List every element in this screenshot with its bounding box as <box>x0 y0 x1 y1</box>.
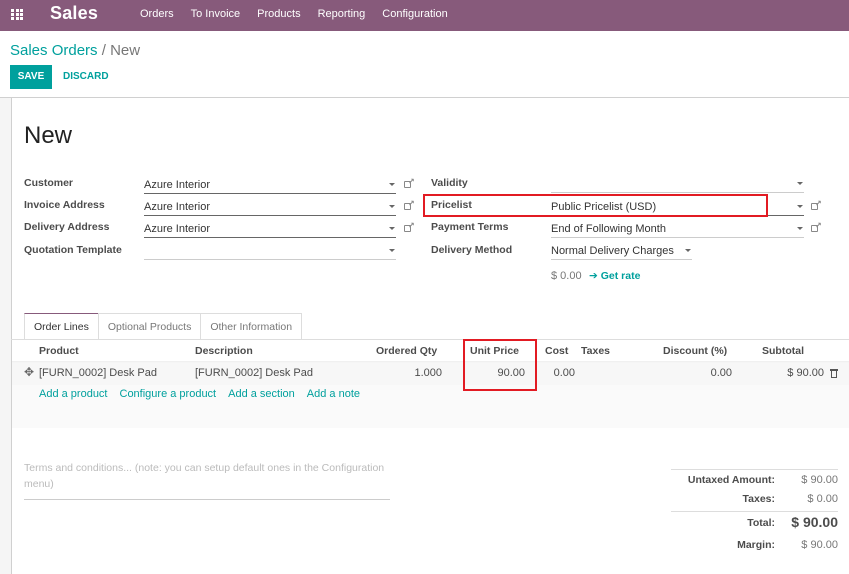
menu-item-configuration[interactable]: Configuration <box>382 8 447 20</box>
dropdown-caret-icon[interactable] <box>685 249 691 252</box>
external-link-icon[interactable]: ↗ <box>404 199 415 210</box>
total-value: $ 90.00 <box>791 514 838 530</box>
customer-field[interactable]: Azure Interior <box>144 176 396 194</box>
delivery-address-value: Azure Interior <box>144 223 211 235</box>
column-header-ordered-qty[interactable]: Ordered Qty <box>376 345 437 357</box>
dropdown-caret-icon[interactable] <box>389 183 395 186</box>
untaxed-amount-value: $ 90.00 <box>801 474 838 486</box>
cell-ordered-qty[interactable]: 1.000 <box>372 367 442 379</box>
add-note-link[interactable]: Add a note <box>307 388 360 400</box>
record-title: New <box>24 122 73 149</box>
notebook-tabs: Order Lines Optional Products Other Info… <box>24 313 303 340</box>
total-label: Total: <box>747 517 775 529</box>
menu-item-to-invoice[interactable]: To Invoice <box>191 8 241 20</box>
taxes-label: Taxes: <box>742 493 776 505</box>
payment-terms-field[interactable]: End of Following Month <box>551 220 804 238</box>
margin-label: Margin: <box>737 539 775 551</box>
external-link-icon[interactable]: ↗ <box>811 199 822 210</box>
dropdown-caret-icon[interactable] <box>797 205 803 208</box>
pricelist-highlight-box <box>423 194 768 217</box>
validity-field[interactable] <box>551 175 804 193</box>
menu-item-reporting[interactable]: Reporting <box>318 8 366 20</box>
external-link-icon[interactable]: ↗ <box>404 177 415 188</box>
totals-middle-divider <box>671 511 838 512</box>
column-header-subtotal[interactable]: Subtotal <box>762 345 804 357</box>
external-link-icon[interactable]: ↗ <box>404 221 415 232</box>
delivery-amount: $ 0.00 <box>551 270 582 282</box>
app-name[interactable]: Sales <box>50 3 98 24</box>
configure-product-link[interactable]: Configure a product <box>120 388 217 400</box>
untaxed-amount-label: Untaxed Amount: <box>687 474 775 486</box>
cell-description[interactable]: [FURN_0002] Desk Pad <box>195 367 313 379</box>
column-header-discount[interactable]: Discount (%) <box>663 345 727 357</box>
breadcrumb-separator: / <box>101 42 106 59</box>
cell-product[interactable]: [FURN_0002] Desk Pad <box>39 367 157 379</box>
column-header-product[interactable]: Product <box>39 345 79 357</box>
quotation-template-label: Quotation Template <box>24 244 122 256</box>
customer-value: Azure Interior <box>144 179 211 191</box>
column-header-taxes[interactable]: Taxes <box>581 345 610 357</box>
delivery-address-label: Delivery Address <box>24 221 110 233</box>
arrow-right-icon: ➔ <box>589 270 598 282</box>
menu-item-orders[interactable]: Orders <box>140 8 174 20</box>
invoice-address-field[interactable]: Azure Interior <box>144 198 396 216</box>
breadcrumb-sales-orders[interactable]: Sales Orders <box>10 42 98 59</box>
totals-top-divider <box>671 469 838 470</box>
customer-label: Customer <box>24 177 74 189</box>
delivery-method-value: Normal Delivery Charges <box>551 245 674 257</box>
delivery-method-field[interactable]: Normal Delivery Charges <box>551 242 692 260</box>
tab-other-information[interactable]: Other Information <box>200 313 303 340</box>
menu-item-products[interactable]: Products <box>257 8 300 20</box>
get-rate-button[interactable]: ➔ Get rate <box>589 270 640 282</box>
table-row-shadow <box>12 361 849 363</box>
save-button[interactable]: SAVE <box>10 65 52 89</box>
dropdown-caret-icon[interactable] <box>797 227 803 230</box>
invoice-address-value: Azure Interior <box>144 201 211 213</box>
quotation-template-field[interactable] <box>144 242 396 260</box>
add-section-link[interactable]: Add a section <box>228 388 295 400</box>
trash-icon[interactable] <box>830 369 838 378</box>
column-header-cost[interactable]: Cost <box>545 345 568 357</box>
breadcrumb: Sales Orders / New <box>10 42 140 59</box>
main-menu: Orders To Invoice Products Reporting Con… <box>140 8 465 20</box>
cell-subtotal: $ 90.00 <box>787 367 824 379</box>
invoice-address-label: Invoice Address <box>24 199 105 211</box>
tabs-divider <box>11 339 849 340</box>
cell-discount[interactable]: 0.00 <box>662 367 732 379</box>
apps-menu-icon[interactable] <box>11 9 23 20</box>
column-header-description[interactable]: Description <box>195 345 253 357</box>
discard-button[interactable]: DISCARD <box>63 65 109 89</box>
breadcrumb-current: New <box>110 42 141 59</box>
add-product-link[interactable]: Add a product <box>39 388 108 400</box>
unit-price-highlight-box <box>463 339 537 391</box>
payment-terms-value: End of Following Month <box>551 223 666 235</box>
terms-and-conditions-input[interactable] <box>24 460 390 500</box>
dropdown-caret-icon[interactable] <box>797 182 803 185</box>
delivery-address-field[interactable]: Azure Interior <box>144 220 396 238</box>
drag-handle-icon[interactable]: ✥ <box>24 366 34 378</box>
margin-value: $ 90.00 <box>801 539 838 551</box>
delivery-method-label: Delivery Method <box>431 244 513 256</box>
get-rate-label: Get rate <box>600 270 641 282</box>
taxes-value: $ 0.00 <box>807 493 838 505</box>
validity-label: Validity <box>431 177 468 189</box>
top-navbar: Sales Orders To Invoice Products Reporti… <box>0 0 849 31</box>
tab-order-lines[interactable]: Order Lines <box>24 313 99 340</box>
add-line-links: Add a product Configure a product Add a … <box>39 388 372 400</box>
external-link-icon[interactable]: ↗ <box>811 221 822 232</box>
dropdown-caret-icon[interactable] <box>389 249 395 252</box>
dropdown-caret-icon[interactable] <box>389 205 395 208</box>
dropdown-caret-icon[interactable] <box>389 227 395 230</box>
payment-terms-label: Payment Terms <box>431 221 509 233</box>
tab-optional-products[interactable]: Optional Products <box>97 313 202 340</box>
